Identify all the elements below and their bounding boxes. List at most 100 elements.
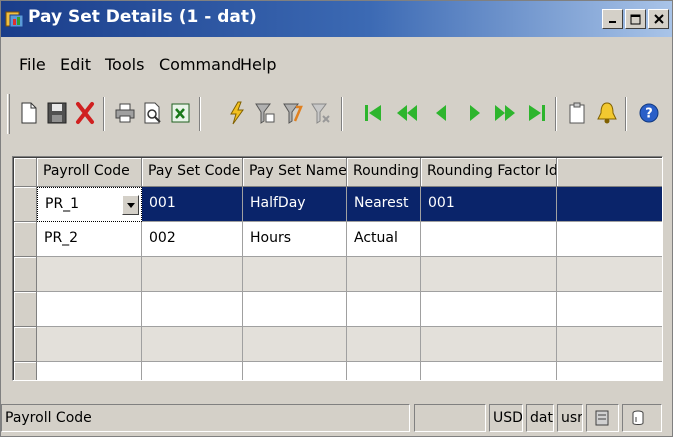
row-selector[interactable] <box>14 292 37 327</box>
server-icon <box>595 410 609 426</box>
grid-corner-header[interactable] <box>14 158 37 187</box>
column-header-rounding-factor-id[interactable]: Rounding Factor Id <box>421 158 557 187</box>
cell-empty[interactable] <box>243 292 347 327</box>
cell-empty[interactable] <box>37 292 142 327</box>
new-button[interactable] <box>15 96 43 130</box>
previous-record-button[interactable] <box>427 96 455 130</box>
status-database-panel <box>622 404 662 432</box>
column-header-payroll-code[interactable]: Payroll Code <box>37 158 142 187</box>
cell-empty[interactable] <box>421 257 557 292</box>
toolbar-grip[interactable] <box>7 94 10 134</box>
row-selector[interactable] <box>14 187 37 222</box>
print-preview-icon <box>144 102 161 124</box>
cell-empty[interactable] <box>243 327 347 362</box>
save-button[interactable] <box>43 96 71 130</box>
cell-empty[interactable] <box>347 292 421 327</box>
first-record-button[interactable] <box>359 96 387 130</box>
cell-empty[interactable] <box>347 362 421 380</box>
close-icon <box>653 14 664 24</box>
bell-icon <box>597 102 617 124</box>
row-selector[interactable] <box>14 222 37 257</box>
last-record-button[interactable] <box>523 96 551 130</box>
help-button[interactable]: ? <box>635 96 663 130</box>
print-button[interactable] <box>111 96 139 130</box>
chevron-down-icon <box>126 202 135 208</box>
cell-empty[interactable] <box>347 327 421 362</box>
window-title: Pay Set Details (1 - dat) <box>28 7 257 27</box>
cell-empty[interactable] <box>243 362 347 380</box>
cell-empty[interactable] <box>37 257 142 292</box>
cell-rounding[interactable]: Actual <box>347 222 421 257</box>
menu-help[interactable]: Help <box>240 55 276 74</box>
payroll-code-combo[interactable]: PR_1 <box>37 187 142 222</box>
first-record-icon <box>365 105 381 121</box>
cell-empty[interactable] <box>142 327 243 362</box>
next-page-button[interactable] <box>491 96 519 130</box>
cell-empty[interactable] <box>557 257 662 292</box>
column-header-rounding[interactable]: Rounding <box>347 158 421 187</box>
cell-empty[interactable] <box>37 327 142 362</box>
maximize-button[interactable] <box>625 9 646 29</box>
row-selector[interactable] <box>14 327 37 362</box>
cell-pay-set-name[interactable]: HalfDay <box>243 187 347 222</box>
cell-rounding-factor-id[interactable]: 001 <box>421 187 557 222</box>
help-icon: ? <box>639 103 659 123</box>
filter-button[interactable] <box>251 96 279 130</box>
column-header-pay-set-code[interactable]: Pay Set Code <box>142 158 243 187</box>
cell-empty[interactable] <box>557 187 662 222</box>
menu-edit[interactable]: Edit <box>60 55 91 74</box>
title-bar[interactable]: Pay Set Details (1 - dat) <box>1 1 672 37</box>
cell-empty[interactable] <box>557 327 662 362</box>
cell-empty[interactable] <box>421 292 557 327</box>
next-record-button[interactable] <box>461 96 489 130</box>
cell-empty[interactable] <box>557 292 662 327</box>
filter-apply-button[interactable] <box>279 96 307 130</box>
cell-empty[interactable] <box>142 292 243 327</box>
column-header-empty <box>557 158 662 187</box>
delete-icon <box>76 102 94 124</box>
cell-empty[interactable] <box>347 257 421 292</box>
cell-pay-set-code[interactable]: 001 <box>142 187 243 222</box>
cell-pay-set-code[interactable]: 002 <box>142 222 243 257</box>
toolbar-separator <box>103 97 105 131</box>
cell-rounding-factor-id[interactable] <box>421 222 557 257</box>
cell-payroll-code[interactable]: PR_2 <box>37 222 142 257</box>
save-icon <box>47 102 67 124</box>
minimize-button[interactable] <box>602 9 623 29</box>
cell-empty[interactable] <box>557 222 662 257</box>
filter-icon <box>255 103 275 124</box>
menu-tools[interactable]: Tools <box>105 55 144 74</box>
alert-button[interactable] <box>593 96 621 130</box>
previous-record-icon <box>436 105 446 121</box>
close-button[interactable] <box>648 9 669 29</box>
filter-clear-icon <box>311 103 330 124</box>
print-preview-button[interactable] <box>139 96 167 130</box>
cell-empty[interactable] <box>421 327 557 362</box>
status-user: usr <box>557 404 583 432</box>
previous-page-button[interactable] <box>393 96 421 130</box>
cell-empty[interactable] <box>37 362 142 380</box>
lightning-button[interactable] <box>223 96 251 130</box>
toolbar-separator <box>625 97 627 131</box>
cell-empty[interactable] <box>421 362 557 380</box>
filter-clear-button[interactable] <box>307 96 335 130</box>
delete-button[interactable] <box>71 96 99 130</box>
cell-empty[interactable] <box>243 257 347 292</box>
cell-empty[interactable] <box>142 257 243 292</box>
menu-file[interactable]: File <box>19 55 46 74</box>
cell-payroll-code: PR_1 <box>45 196 80 212</box>
clipboard-button[interactable] <box>563 96 591 130</box>
status-company: dat <box>526 404 554 432</box>
export-excel-button[interactable] <box>167 96 195 130</box>
toolbar-separator <box>341 97 343 131</box>
app-pay-icon <box>5 11 24 28</box>
cell-rounding[interactable]: Nearest <box>347 187 421 222</box>
combo-dropdown-button[interactable] <box>122 195 139 215</box>
cell-empty[interactable] <box>557 362 662 380</box>
column-header-pay-set-name[interactable]: Pay Set Name <box>243 158 347 187</box>
row-selector[interactable] <box>14 257 37 292</box>
cell-empty[interactable] <box>142 362 243 380</box>
row-selector[interactable] <box>14 362 37 380</box>
menu-command[interactable]: Command <box>159 55 241 74</box>
cell-pay-set-name[interactable]: Hours <box>243 222 347 257</box>
